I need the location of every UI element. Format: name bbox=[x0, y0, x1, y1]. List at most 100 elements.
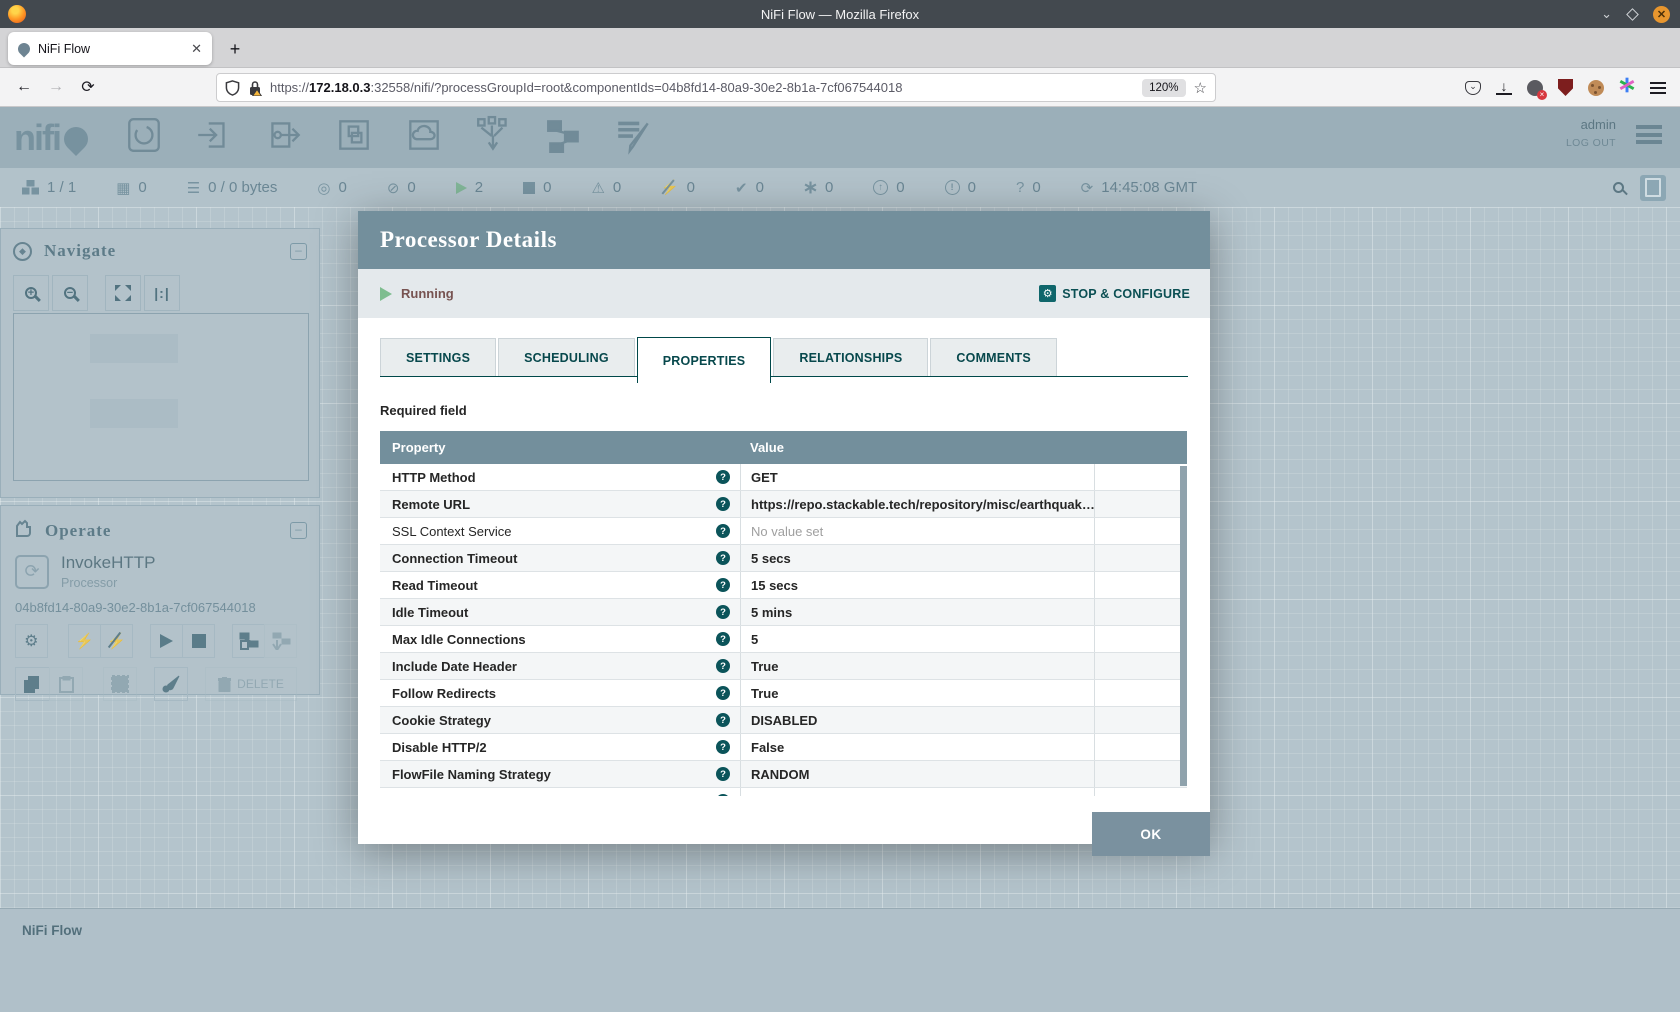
help-icon[interactable]: ? bbox=[716, 497, 730, 511]
refresh-icon[interactable]: ⟳ bbox=[1081, 179, 1094, 197]
cookie-extension-icon[interactable] bbox=[1588, 80, 1604, 96]
extension-asterisk-icon[interactable] bbox=[1619, 77, 1635, 98]
tracking-shield-icon[interactable] bbox=[225, 80, 240, 96]
zoom-out-icon[interactable]: − bbox=[52, 275, 88, 311]
table-scrollbar[interactable] bbox=[1180, 466, 1187, 786]
help-icon[interactable]: ? bbox=[716, 632, 730, 646]
property-name: Remote URL bbox=[392, 497, 716, 512]
component-id: 04b8fd14-80a9-30e2-8b1a-7cf067544018 bbox=[15, 600, 305, 615]
close-icon[interactable]: ✕ bbox=[1653, 6, 1670, 23]
enable-icon[interactable]: ⚡ bbox=[68, 624, 101, 658]
url-bar[interactable]: https://172.18.0.3:32558/nifi/?processGr… bbox=[216, 73, 1216, 102]
stop-configure-button[interactable]: ⚙ STOP & CONFIGURE bbox=[1039, 285, 1190, 302]
help-icon[interactable]: ? bbox=[716, 740, 730, 754]
property-row[interactable]: Read Timeout?15 secs bbox=[380, 572, 1187, 599]
zoom-fit-icon[interactable] bbox=[105, 275, 141, 311]
funnel-icon[interactable] bbox=[474, 115, 514, 160]
disable-icon[interactable]: ⚡ bbox=[100, 624, 133, 658]
output-port-icon[interactable] bbox=[264, 115, 304, 160]
template-icon[interactable] bbox=[544, 115, 584, 160]
remote-process-group-icon[interactable] bbox=[404, 115, 444, 160]
tab-close-icon[interactable]: ✕ bbox=[191, 41, 202, 57]
property-row[interactable]: Remote URL?https://repo.stackable.tech/r… bbox=[380, 491, 1187, 518]
property-value: RANDOM bbox=[740, 761, 1094, 787]
navigate-collapse-icon[interactable]: – bbox=[290, 243, 307, 260]
zoom-in-icon[interactable]: + bbox=[13, 275, 49, 311]
property-row[interactable]: Include Date Header?True bbox=[380, 653, 1187, 680]
tab-relationships[interactable]: RELATIONSHIPS bbox=[773, 338, 928, 376]
zoom-actual-icon[interactable]: |:| bbox=[144, 275, 180, 311]
sidebar-toggle-icon[interactable] bbox=[1640, 175, 1666, 201]
delete-button[interactable]: DELETE bbox=[205, 667, 297, 701]
help-icon[interactable]: ? bbox=[716, 767, 730, 781]
ok-button[interactable]: OK bbox=[1092, 812, 1210, 856]
configure-icon[interactable]: ⚙ bbox=[15, 624, 48, 658]
property-row[interactable]: Max Idle Connections?5 bbox=[380, 626, 1187, 653]
global-menu-icon[interactable] bbox=[1636, 125, 1662, 144]
lock-warning-icon[interactable] bbox=[248, 80, 262, 96]
property-column-header: Property bbox=[380, 440, 740, 455]
pocket-icon[interactable]: ⌄ bbox=[1465, 81, 1481, 95]
tab-settings[interactable]: SETTINGS bbox=[380, 338, 496, 376]
url-text[interactable]: https://172.18.0.3:32558/nifi/?processGr… bbox=[270, 80, 1134, 95]
nifi-favicon-drop-icon bbox=[16, 40, 33, 57]
reload-icon[interactable]: ⟳ bbox=[72, 77, 104, 97]
tab-properties[interactable]: PROPERTIES bbox=[637, 337, 772, 383]
stop-icon[interactable] bbox=[182, 624, 215, 658]
help-icon[interactable]: ? bbox=[716, 551, 730, 565]
operate-collapse-icon[interactable]: – bbox=[290, 522, 307, 539]
help-icon[interactable]: ? bbox=[716, 659, 730, 673]
label-icon[interactable] bbox=[614, 115, 654, 160]
tab-scheduling[interactable]: SCHEDULING bbox=[498, 338, 635, 376]
menu-icon[interactable] bbox=[1650, 82, 1666, 94]
start-icon[interactable] bbox=[150, 624, 183, 658]
copy-icon[interactable] bbox=[15, 667, 49, 701]
maximize-icon[interactable] bbox=[1626, 8, 1639, 21]
create-template-icon[interactable] bbox=[232, 624, 265, 658]
property-row[interactable]: FlowFile Naming Strategy?RANDOM bbox=[380, 761, 1187, 788]
help-icon[interactable]: ? bbox=[716, 578, 730, 592]
help-icon[interactable]: ? bbox=[716, 524, 730, 538]
navigate-minimap[interactable] bbox=[13, 313, 309, 481]
change-version-icon[interactable] bbox=[264, 624, 297, 658]
property-name: Disable HTTP/2 bbox=[392, 740, 716, 755]
logout-link[interactable]: LOG OUT bbox=[1566, 137, 1616, 149]
property-row[interactable]: SSL Context Service?No value set bbox=[380, 518, 1187, 545]
minimize-icon[interactable]: ⌄ bbox=[1601, 9, 1612, 19]
property-row[interactable]: Connection Timeout?5 secs bbox=[380, 545, 1187, 572]
process-group-icon[interactable] bbox=[334, 115, 374, 160]
help-icon[interactable]: ? bbox=[716, 713, 730, 727]
downloads-icon[interactable]: ↓ bbox=[1496, 80, 1512, 95]
not-transmitting-count: ⊘0 bbox=[387, 179, 416, 197]
input-port-icon[interactable] bbox=[194, 115, 234, 160]
properties-table: Property Value HTTP Method?GETRemote URL… bbox=[380, 431, 1187, 796]
help-icon[interactable]: ? bbox=[716, 686, 730, 700]
property-row[interactable]: Cookie Strategy?DISABLED bbox=[380, 707, 1187, 734]
group-icon[interactable] bbox=[103, 667, 137, 701]
help-icon[interactable]: ? bbox=[716, 605, 730, 619]
locally-modified-count: 0 bbox=[804, 179, 833, 196]
component-toolbar bbox=[124, 115, 654, 160]
property-row[interactable]: Request Username?No value set bbox=[380, 788, 1187, 796]
color-brush-icon[interactable] bbox=[154, 667, 188, 701]
property-row[interactable]: HTTP Method?GET bbox=[380, 464, 1187, 491]
property-row[interactable]: Idle Timeout?5 mins bbox=[380, 599, 1187, 626]
bookmark-star-icon[interactable]: ☆ bbox=[1194, 79, 1207, 97]
new-tab-button[interactable]: + bbox=[222, 36, 248, 62]
adblock-shield-icon[interactable] bbox=[1558, 79, 1573, 96]
property-row[interactable]: Disable HTTP/2?False bbox=[380, 734, 1187, 761]
zoom-level-badge[interactable]: 120% bbox=[1142, 79, 1185, 97]
processor-component-icon[interactable] bbox=[124, 115, 164, 160]
account-alert-icon[interactable] bbox=[1527, 80, 1543, 96]
breadcrumb[interactable]: NiFi Flow bbox=[22, 923, 82, 938]
help-icon[interactable]: ? bbox=[716, 794, 730, 796]
help-icon[interactable]: ? bbox=[716, 470, 730, 484]
search-icon[interactable] bbox=[1613, 182, 1624, 193]
tab-comments[interactable]: COMMENTS bbox=[930, 338, 1057, 376]
property-row[interactable]: Follow Redirects?True bbox=[380, 680, 1187, 707]
property-name: Request Username bbox=[392, 794, 716, 796]
browser-tab[interactable]: NiFi Flow ✕ bbox=[8, 32, 212, 65]
forward-icon[interactable]: → bbox=[40, 78, 72, 96]
back-icon[interactable]: ← bbox=[8, 78, 40, 96]
paste-icon[interactable] bbox=[49, 667, 83, 701]
